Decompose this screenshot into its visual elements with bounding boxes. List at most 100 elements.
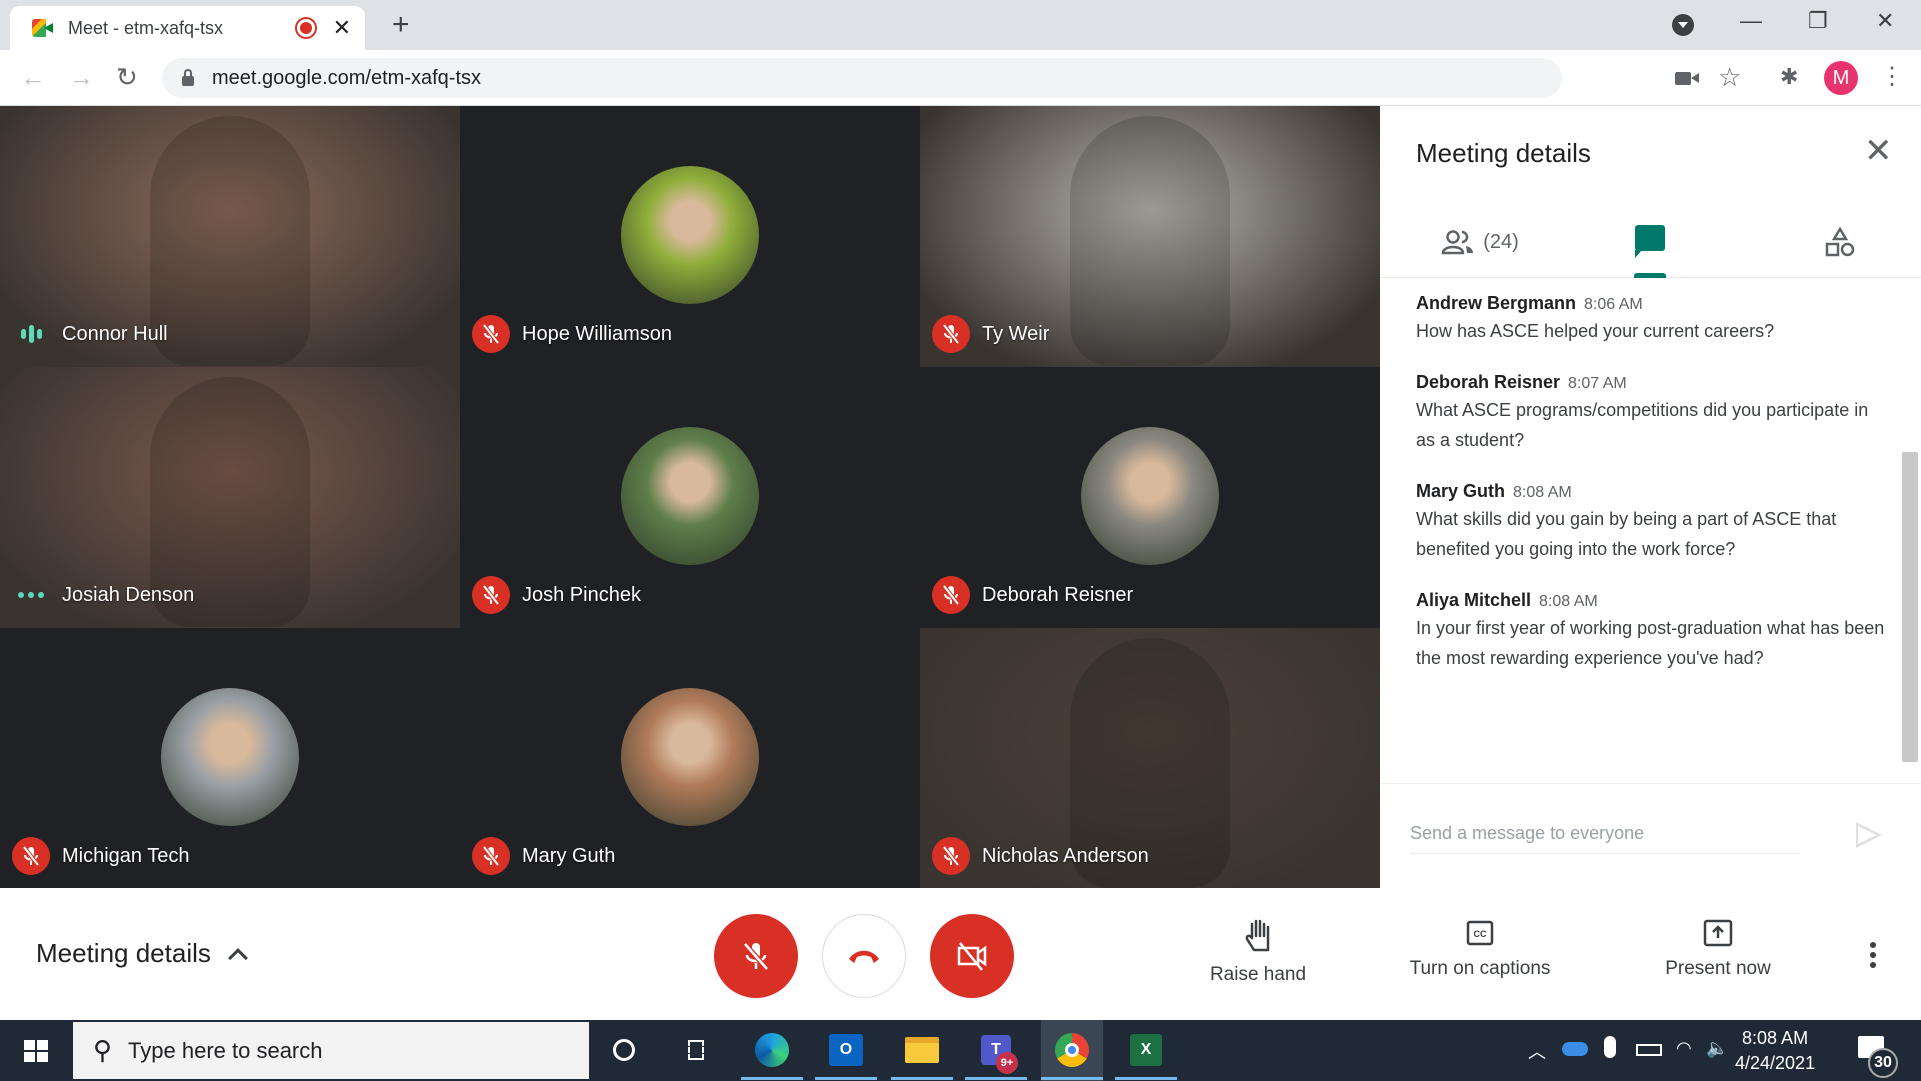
participant-tile[interactable]: Ty Weir bbox=[920, 106, 1380, 367]
tab-title: Meet - etm-xafq-tsx bbox=[68, 17, 224, 38]
participant-tile[interactable]: Josiah Denson bbox=[0, 367, 460, 628]
participant-name: Mary Guth bbox=[522, 844, 616, 867]
participant-tile[interactable]: Deborah Reisner bbox=[920, 367, 1380, 628]
file-explorer-icon[interactable] bbox=[902, 1030, 942, 1070]
chat-message: Aliya Mitchell 8:08 AM In your first year … bbox=[1380, 590, 1921, 673]
meeting-details-toggle[interactable]: Meeting details bbox=[36, 938, 248, 969]
wifi-icon[interactable]: ◠ bbox=[1676, 1038, 1692, 1059]
chat-message: Mary Guth 8:08 AM What skills did you gain… bbox=[1380, 481, 1921, 564]
participant-tile[interactable]: Mary Guth bbox=[460, 628, 920, 889]
captions-button[interactable]: CC Turn on captions bbox=[1400, 918, 1560, 980]
participant-name: Connor Hull bbox=[62, 322, 168, 345]
people-icon bbox=[1441, 230, 1474, 255]
participant-label: Josiah Denson bbox=[12, 576, 194, 614]
minimize-button[interactable]: — bbox=[1740, 8, 1762, 34]
participant-label: Connor Hull bbox=[12, 315, 168, 353]
camera-in-use-icon[interactable] bbox=[1675, 72, 1699, 85]
participant-name: Hope Williamson bbox=[522, 322, 673, 345]
teams-icon[interactable]: T 9+ bbox=[976, 1030, 1018, 1074]
participant-tile[interactable]: Connor Hull bbox=[0, 106, 460, 367]
url-text[interactable]: meet.google.com/etm-xafq-tsx bbox=[212, 67, 481, 90]
back-button[interactable]: ← bbox=[20, 62, 46, 92]
bookmark-star-icon[interactable]: ☆ bbox=[1718, 62, 1741, 92]
chat-icon bbox=[1635, 225, 1665, 258]
send-icon[interactable] bbox=[1856, 822, 1882, 848]
meeting-controls-bar: Meeting details Raise hand CC Turn on ca… bbox=[0, 888, 1921, 1020]
browser-tab-strip: Meet - etm-xafq-tsx ✕ + — ❐ ✕ bbox=[0, 0, 1921, 50]
tab-chat[interactable] bbox=[1610, 206, 1690, 278]
present-now-button[interactable]: Present now bbox=[1650, 918, 1786, 980]
mic-muted-icon bbox=[472, 315, 510, 353]
outlook-icon[interactable]: O bbox=[826, 1030, 866, 1070]
excel-icon[interactable]: X bbox=[1126, 1030, 1166, 1070]
speaking-indicator-icon bbox=[12, 315, 50, 353]
chrome-icon[interactable] bbox=[1052, 1030, 1092, 1070]
leave-call-button[interactable] bbox=[822, 914, 906, 998]
participant-tile[interactable]: Hope Williamson bbox=[460, 106, 920, 367]
taskbar-clock[interactable]: 8:08 AM 4/24/2021 bbox=[1735, 1026, 1815, 1076]
forward-button[interactable]: → bbox=[68, 62, 94, 92]
extensions-puzzle-icon[interactable]: ✱ bbox=[1780, 64, 1798, 90]
close-window-button[interactable]: ✕ bbox=[1876, 8, 1894, 34]
taskbar-search-box[interactable]: ⚲ Type here to search bbox=[73, 1022, 589, 1079]
meeting-details-panel: Meeting details ✕ (24) Andrew Bergmann 8:… bbox=[1380, 106, 1921, 888]
recording-indicator-icon bbox=[296, 19, 315, 37]
show-hidden-icons-chevron-icon[interactable]: ︿ bbox=[1528, 1038, 1546, 1064]
tab-search-icon[interactable] bbox=[1672, 14, 1694, 36]
windows-taskbar: ⚲ Type here to search O T 9+ X ︿ ◠ 🔈 8:0… bbox=[0, 1020, 1921, 1081]
participant-tile[interactable]: Josh Pinchek bbox=[460, 367, 920, 628]
message-sender: Mary Guth bbox=[1416, 481, 1506, 501]
new-tab-button[interactable]: + bbox=[392, 10, 410, 40]
tab-people[interactable]: (24) bbox=[1420, 206, 1540, 278]
browser-menu-icon[interactable]: ⋮ bbox=[1880, 62, 1904, 92]
tab-close-icon[interactable]: ✕ bbox=[333, 17, 351, 39]
tab-activities[interactable] bbox=[1800, 206, 1880, 278]
volume-icon[interactable]: 🔈 bbox=[1706, 1038, 1728, 1059]
message-text: How has ASCE helped your current careers… bbox=[1416, 321, 1775, 341]
chat-scrollbar[interactable] bbox=[1902, 452, 1918, 762]
notification-count-badge: 30 bbox=[1868, 1048, 1898, 1078]
message-text: What skills did you gain by being a part… bbox=[1416, 509, 1837, 559]
teams-running-indicator bbox=[965, 1077, 1027, 1080]
more-options-icon[interactable] bbox=[1870, 942, 1876, 968]
participant-name: Ty Weir bbox=[982, 322, 1050, 345]
profile-avatar[interactable]: M bbox=[1824, 61, 1858, 95]
chat-compose bbox=[1380, 783, 1921, 888]
microphone-toggle-button[interactable] bbox=[714, 914, 798, 998]
microphone-tray-icon[interactable] bbox=[1604, 1036, 1616, 1058]
browser-tab-meet[interactable]: Meet - etm-xafq-tsx ✕ bbox=[10, 6, 365, 50]
camera-toggle-button[interactable] bbox=[930, 914, 1014, 998]
taskbar-search-placeholder: Type here to search bbox=[128, 1037, 323, 1063]
battery-icon[interactable] bbox=[1636, 1044, 1662, 1056]
participant-name: Josiah Denson bbox=[62, 583, 195, 606]
activities-shapes-icon bbox=[1825, 226, 1855, 257]
present-now-label: Present now bbox=[1665, 958, 1771, 979]
chat-message-input[interactable] bbox=[1410, 814, 1800, 854]
mic-muted-icon bbox=[472, 837, 510, 875]
cortana-icon[interactable] bbox=[604, 1030, 644, 1070]
clock-time: 8:08 AM bbox=[1742, 1028, 1809, 1048]
address-bar[interactable]: meet.google.com/etm-xafq-tsx bbox=[162, 58, 1562, 98]
participant-label: Mary Guth bbox=[472, 837, 615, 875]
edge-running-indicator bbox=[741, 1077, 803, 1080]
chrome-running-indicator bbox=[1041, 1077, 1103, 1080]
restore-button[interactable]: ❐ bbox=[1808, 8, 1828, 34]
teams-badge: 9+ bbox=[996, 1052, 1018, 1074]
panel-close-icon[interactable]: ✕ bbox=[1864, 134, 1893, 168]
raise-hand-button[interactable]: Raise hand bbox=[1198, 918, 1318, 986]
lock-icon[interactable] bbox=[182, 69, 194, 86]
participant-label: Ty Weir bbox=[932, 315, 1049, 353]
present-screen-icon bbox=[1703, 919, 1733, 947]
task-view-icon[interactable] bbox=[676, 1030, 716, 1070]
panel-title: Meeting details bbox=[1416, 138, 1591, 168]
video-grid: Connor Hull Hope Williamson Ty Weir Josiah … bbox=[0, 106, 1380, 889]
participant-name: Nicholas Anderson bbox=[982, 844, 1149, 867]
onedrive-icon[interactable] bbox=[1562, 1042, 1588, 1056]
participant-tile[interactable]: Michigan Tech bbox=[0, 628, 460, 889]
reload-button[interactable]: ↻ bbox=[116, 62, 138, 92]
captions-label: Turn on captions bbox=[1409, 958, 1551, 979]
participant-name: Josh Pinchek bbox=[522, 583, 641, 606]
windows-start-icon[interactable] bbox=[24, 1040, 48, 1062]
participant-tile[interactable]: Nicholas Anderson bbox=[920, 628, 1380, 889]
edge-browser-icon[interactable] bbox=[752, 1030, 792, 1070]
